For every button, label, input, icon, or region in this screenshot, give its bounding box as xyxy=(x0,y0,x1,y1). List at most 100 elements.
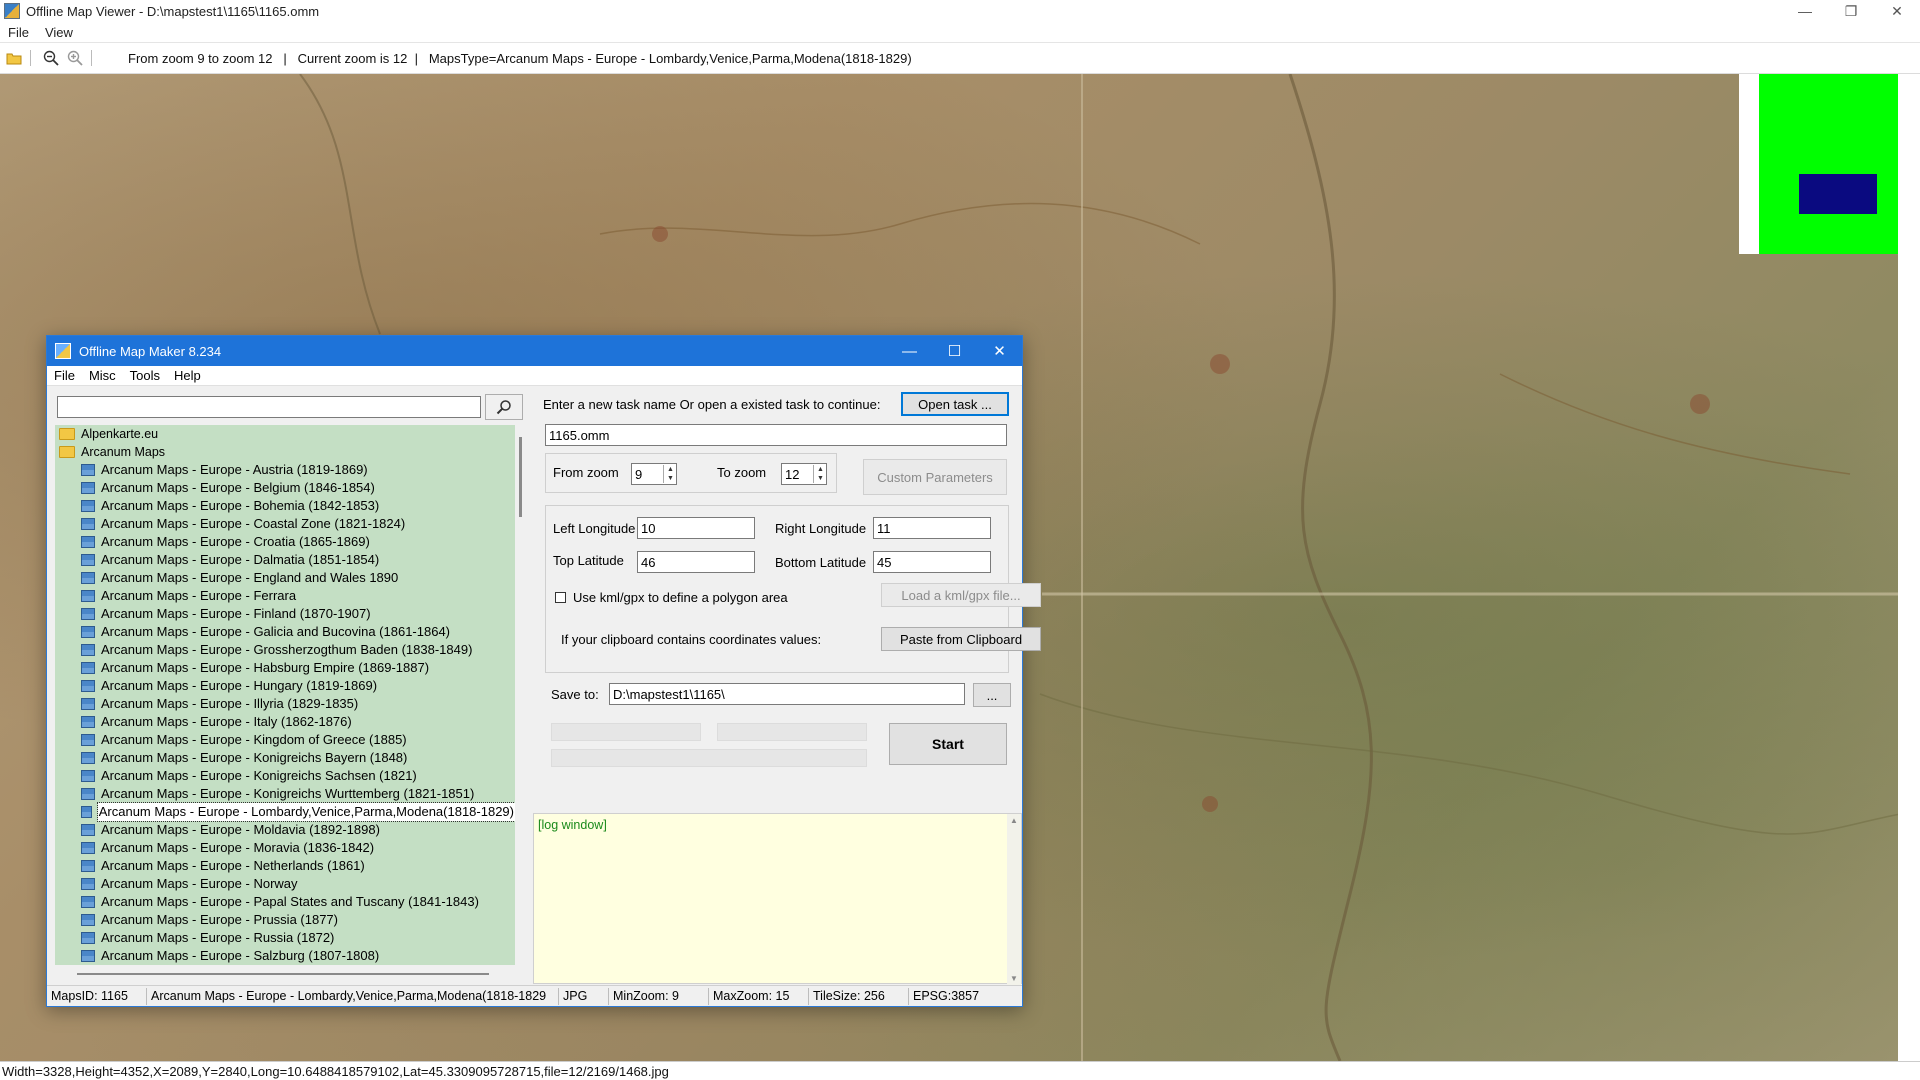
tree-item[interactable]: Arcanum Maps - Europe - Galicia and Buco… xyxy=(55,623,515,641)
tree-item-label: Arcanum Maps - Europe - Illyria (1829-18… xyxy=(101,696,359,711)
map-source-icon xyxy=(81,590,95,602)
task-prompt-label: Enter a new task name Or open a existed … xyxy=(543,397,881,412)
dialog-status-bar: MapsID: 1165 Arcanum Maps - Europe - Lom… xyxy=(47,985,1022,1006)
save-to-label: Save to: xyxy=(551,687,599,702)
maps-panel: Alpenkarte.eu Arcanum Maps Arcanum Maps … xyxy=(47,387,527,985)
tree-item[interactable]: Arcanum Maps - Europe - Prussia (1877) xyxy=(55,911,515,929)
bottom-latitude-input[interactable]: 45 xyxy=(873,551,991,573)
tree-item[interactable]: Arcanum Maps - Europe - Croatia (1865-18… xyxy=(55,533,515,551)
scroll-down-icon[interactable]: ▼ xyxy=(1007,974,1021,983)
log-window[interactable]: [log window] ▲ ▼ xyxy=(533,813,1022,985)
browse-folder-button[interactable]: ... xyxy=(973,683,1011,707)
tree-item[interactable]: Arcanum Maps - Europe - Grossherzogthum … xyxy=(55,641,515,659)
progress-bar-1 xyxy=(551,723,701,741)
viewer-menu-file[interactable]: File xyxy=(0,25,37,40)
tree-item[interactable]: Arcanum Maps - Europe - Konigreichs Sach… xyxy=(55,767,515,785)
tree-item-label: Arcanum Maps - Europe - Salzburg (1807-1… xyxy=(101,948,380,963)
close-button[interactable]: ✕ xyxy=(1874,0,1920,22)
use-kml-checkbox[interactable] xyxy=(555,592,566,603)
zoom-out-icon[interactable] xyxy=(41,48,61,68)
tree-item[interactable]: Arcanum Maps - Europe - Austria (1819-18… xyxy=(55,461,515,479)
dialog-maximize-button[interactable]: ☐ xyxy=(932,336,977,366)
map-source-icon xyxy=(81,878,95,890)
tree-item[interactable]: Arcanum Maps - Europe - Konigreichs Baye… xyxy=(55,749,515,767)
tree-item[interactable]: Arcanum Maps - Europe - Belgium (1846-18… xyxy=(55,479,515,497)
zoom-in-icon[interactable] xyxy=(65,48,85,68)
log-scrollbar[interactable]: ▲ ▼ xyxy=(1007,814,1021,985)
map-source-icon xyxy=(81,950,95,962)
map-source-icon xyxy=(81,698,95,710)
tree-item[interactable]: Arcanum Maps - Europe - Kingdom of Greec… xyxy=(55,731,515,749)
viewer-menu-view[interactable]: View xyxy=(37,25,81,40)
custom-parameters-button[interactable]: Custom Parameters xyxy=(863,459,1007,495)
tree-item-label: Arcanum Maps - Europe - Lombardy,Venice,… xyxy=(96,802,515,822)
tree-vertical-scrollbar[interactable] xyxy=(517,425,527,965)
maps-search-input[interactable] xyxy=(57,396,481,418)
tree-item[interactable]: Arcanum Maps - Europe - Moravia (1836-18… xyxy=(55,839,515,857)
map-source-icon xyxy=(81,482,95,494)
tree-item[interactable]: Arcanum Maps - Europe - Salzburg (1807-1… xyxy=(55,947,515,965)
bottom-latitude-label: Bottom Latitude xyxy=(775,555,867,570)
tree-item[interactable]: Arcanum Maps - Europe - Norway xyxy=(55,875,515,893)
map-source-icon xyxy=(81,932,95,944)
tree-item[interactable]: Arcanum Maps - Europe - Habsburg Empire … xyxy=(55,659,515,677)
search-button[interactable] xyxy=(485,394,523,420)
open-task-button[interactable]: Open task ... xyxy=(901,392,1009,416)
left-longitude-input[interactable]: 10 xyxy=(637,517,755,539)
paste-from-clipboard-button[interactable]: Paste from Clipboard xyxy=(881,627,1041,651)
from-zoom-arrows[interactable]: ▲ ▼ xyxy=(663,465,677,483)
tree-item[interactable]: Arcanum Maps - Europe - Konigreichs Wurt… xyxy=(55,785,515,803)
tree-folder-alpenkarte[interactable]: Alpenkarte.eu xyxy=(55,425,515,443)
tree-item[interactable]: Arcanum Maps - Europe - Illyria (1829-18… xyxy=(55,695,515,713)
map-right-edge xyxy=(1898,74,1920,1061)
viewer-toolbar: From zoom 9 to zoom 12 | Current zoom is… xyxy=(0,42,1920,74)
tree-item-label: Arcanum Maps - Europe - Italy (1862-1876… xyxy=(101,714,352,729)
map-source-icon xyxy=(81,626,95,638)
tree-item-label: Arcanum Maps - Europe - Konigreichs Wurt… xyxy=(101,786,475,801)
dialog-minimize-button[interactable]: — xyxy=(887,336,932,366)
status-max-zoom: MaxZoom: 15 xyxy=(709,987,809,1005)
dialog-menu-tools[interactable]: Tools xyxy=(123,368,167,383)
load-kml-button[interactable]: Load a kml/gpx file... xyxy=(881,583,1041,607)
minimize-button[interactable]: — xyxy=(1782,0,1828,22)
minimap[interactable] xyxy=(1739,74,1899,254)
start-button[interactable]: Start xyxy=(889,723,1007,765)
open-folder-icon[interactable] xyxy=(4,48,24,68)
tree-item[interactable]: Arcanum Maps - Europe - Hungary (1819-18… xyxy=(55,677,515,695)
task-name-input[interactable]: 1165.omm xyxy=(545,424,1007,446)
map-source-icon xyxy=(81,554,95,566)
restore-button[interactable]: ❐ xyxy=(1828,0,1874,22)
tree-item[interactable]: Arcanum Maps - Europe - Dalmatia (1851-1… xyxy=(55,551,515,569)
tree-item[interactable]: Arcanum Maps - Europe - Russia (1872) xyxy=(55,929,515,947)
tree-item[interactable]: Arcanum Maps - Europe - Papal States and… xyxy=(55,893,515,911)
tree-folder-arcanum[interactable]: Arcanum Maps xyxy=(55,443,515,461)
right-longitude-label: Right Longitude xyxy=(775,521,867,536)
tree-item[interactable]: Arcanum Maps - Europe - Finland (1870-19… xyxy=(55,605,515,623)
map-source-icon xyxy=(81,608,95,620)
tree-item-label: Arcanum Maps - Europe - Moldavia (1892-1… xyxy=(101,822,380,837)
to-zoom-arrows[interactable]: ▲ ▼ xyxy=(813,465,827,483)
tree-item[interactable]: Arcanum Maps - Europe - Netherlands (186… xyxy=(55,857,515,875)
tree-item[interactable]: Arcanum Maps - Europe - Bohemia (1842-18… xyxy=(55,497,515,515)
minimap-viewport[interactable] xyxy=(1799,174,1877,214)
tree-item[interactable]: Arcanum Maps - Europe - Moldavia (1892-1… xyxy=(55,821,515,839)
maps-tree[interactable]: Alpenkarte.eu Arcanum Maps Arcanum Maps … xyxy=(55,425,515,965)
dialog-close-button[interactable]: ✕ xyxy=(977,336,1022,366)
tree-horizontal-scrollbar[interactable] xyxy=(55,969,515,979)
tree-item[interactable]: Arcanum Maps - Europe - Lombardy,Venice,… xyxy=(55,802,515,822)
dialog-menu-help[interactable]: Help xyxy=(167,368,208,383)
tree-item[interactable]: Arcanum Maps - Europe - Ferrara xyxy=(55,587,515,605)
scroll-up-icon[interactable]: ▲ xyxy=(1007,816,1021,825)
tree-item[interactable]: Arcanum Maps - Europe - Coastal Zone (18… xyxy=(55,515,515,533)
top-latitude-input[interactable]: 46 xyxy=(637,551,755,573)
save-to-input[interactable]: D:\mapstest1\1165\ xyxy=(609,683,965,705)
log-text: [log window] xyxy=(538,818,607,832)
dialog-menu-bar: File Misc Tools Help xyxy=(47,366,1022,386)
tree-item-label: Arcanum Maps - Europe - Hungary (1819-18… xyxy=(101,678,378,693)
tree-item[interactable]: Arcanum Maps - Europe - Italy (1862-1876… xyxy=(55,713,515,731)
right-longitude-input[interactable]: 11 xyxy=(873,517,991,539)
dialog-menu-file[interactable]: File xyxy=(47,368,82,383)
tree-item[interactable]: Arcanum Maps - Europe - England and Wale… xyxy=(55,569,515,587)
current-zoom-text: Current zoom is 12 xyxy=(297,50,408,66)
dialog-menu-misc[interactable]: Misc xyxy=(82,368,123,383)
